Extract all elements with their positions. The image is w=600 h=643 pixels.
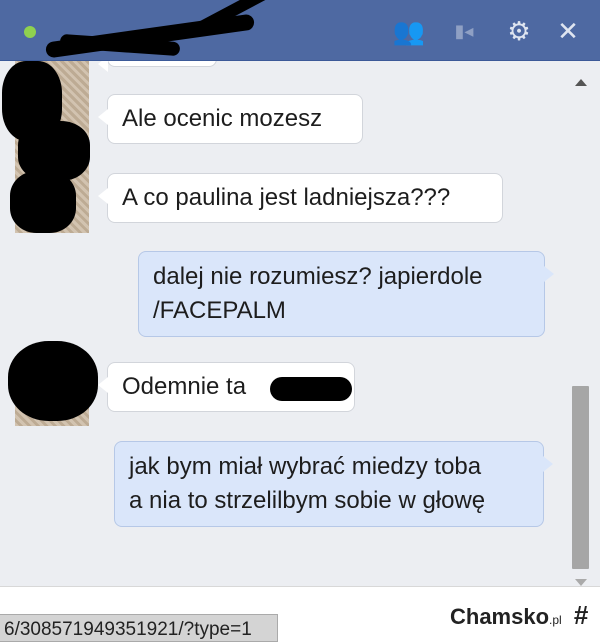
redacted-text	[270, 377, 352, 401]
message-bubble-outgoing: dalej nie rozumiesz? japierdole /FACEPAL…	[138, 251, 554, 337]
hashtag-icon: #	[573, 600, 589, 630]
video-call-icon[interactable]: ▮◂	[447, 14, 481, 48]
scrollbar-thumb[interactable]	[572, 386, 589, 569]
watermark-brand: Chamsko	[450, 604, 550, 629]
message-bubble-incoming	[98, 61, 217, 72]
message-text: a nia to strzelilbym sobie w głowę	[129, 487, 486, 514]
scroll-up-arrow-icon[interactable]	[575, 79, 587, 86]
redacted-avatar	[8, 341, 98, 421]
message-bubble-outgoing: jak bym miał wybrać miedzy toba a nia to…	[114, 441, 553, 527]
message-text: jak bym miał wybrać miedzy toba	[129, 453, 482, 480]
message-bubble-incoming: Ale ocenic mozesz	[98, 94, 363, 144]
watermark-logo: Chamsko.pl #	[450, 600, 588, 631]
message-text: A co paulina jest ladniejsza???	[122, 184, 451, 211]
message-text: /FACEPALM	[153, 297, 286, 324]
close-icon[interactable]: ✕	[551, 14, 585, 48]
chat-header: 👥 ▮◂ ⚙ ✕	[0, 0, 600, 61]
status-bar-url: 6/308571949351921/?type=1	[0, 614, 278, 642]
online-status-dot	[24, 26, 36, 38]
watermark-suffix: .pl	[549, 613, 562, 627]
message-text: dalej nie rozumiesz? japierdole	[153, 263, 483, 290]
message-text: Ale ocenic mozesz	[122, 105, 323, 132]
message-text: Odemnie ta	[122, 373, 247, 400]
message-bubble-incoming: Odemnie ta	[98, 362, 355, 412]
message-bubble-incoming: A co paulina jest ladniejsza???	[98, 173, 503, 223]
redacted-avatar	[10, 171, 76, 233]
add-friends-icon[interactable]: 👥	[392, 14, 426, 48]
chat-scrollbar[interactable]	[570, 71, 590, 586]
chat-message-area[interactable]: Ale ocenic mozesz A co paulina jest ladn…	[0, 61, 600, 586]
settings-gear-icon[interactable]: ⚙	[502, 14, 536, 48]
scroll-down-arrow-icon[interactable]	[575, 579, 587, 586]
